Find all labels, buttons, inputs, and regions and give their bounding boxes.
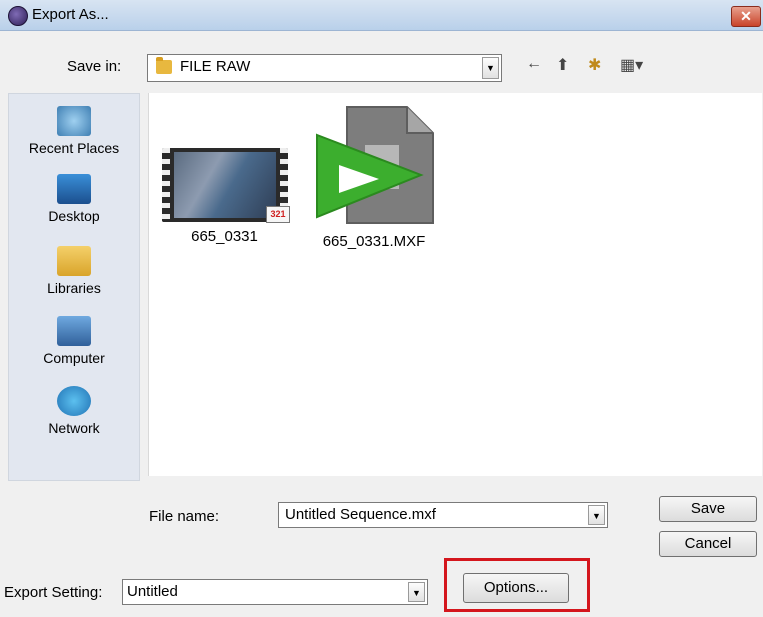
save-in-dropdown[interactable]: FILE RAW ▼ — [147, 54, 502, 82]
place-label: Libraries — [47, 280, 101, 296]
chevron-down-icon[interactable]: ▼ — [482, 57, 499, 79]
mxf-file-icon — [309, 105, 439, 227]
place-label: Desktop — [48, 208, 100, 224]
place-desktop[interactable]: Desktop — [9, 174, 139, 224]
view-menu-icon[interactable]: ▦▾ — [620, 55, 643, 75]
export-setting-dropdown[interactable]: Untitled ▼ — [122, 579, 428, 605]
place-label: Computer — [43, 350, 105, 366]
avid-app-icon — [8, 6, 28, 26]
file-name-input[interactable]: Untitled Sequence.mxf ▼ — [278, 502, 608, 528]
new-folder-icon[interactable]: ✱ — [588, 55, 601, 75]
back-icon[interactable]: ← — [526, 55, 542, 73]
place-network[interactable]: Network — [9, 386, 139, 436]
window-title: Export As... — [32, 6, 109, 23]
file-name-value: Untitled Sequence.mxf — [285, 506, 436, 523]
file-name: 665_0331 — [191, 228, 258, 245]
libraries-icon — [57, 246, 91, 276]
place-label: Recent Places — [28, 140, 120, 156]
file-list[interactable]: 321 665_0331 665_0331.MXF — [148, 93, 762, 476]
cancel-button[interactable]: Cancel — [659, 531, 757, 557]
options-highlight-box — [444, 558, 590, 612]
title-bar: Export As... ✕ — [0, 0, 763, 31]
chevron-down-icon[interactable]: ▼ — [588, 505, 605, 525]
places-bar: Recent Places Desktop Libraries Computer… — [8, 93, 140, 481]
export-as-dialog: Export As... ✕ Save in: FILE RAW ▼ ← ⬆ ✱… — [0, 0, 763, 617]
file-item[interactable]: 321 665_0331 — [157, 148, 292, 245]
up-folder-icon[interactable]: ⬆ — [556, 55, 569, 75]
recent-places-icon — [57, 106, 91, 136]
folder-icon — [156, 57, 172, 74]
file-name: 665_0331.MXF — [322, 233, 426, 250]
chevron-down-icon[interactable]: ▼ — [408, 582, 425, 602]
network-icon — [57, 386, 91, 416]
export-setting-value: Untitled — [127, 583, 178, 600]
file-item[interactable]: 665_0331.MXF — [299, 105, 449, 250]
computer-icon — [57, 316, 91, 346]
export-setting-label: Export Setting: — [4, 584, 103, 601]
close-button[interactable]: ✕ — [731, 6, 761, 27]
place-label: Network — [48, 420, 100, 436]
desktop-icon — [57, 174, 91, 204]
save-in-value: FILE RAW — [180, 58, 251, 75]
save-in-label: Save in: — [67, 58, 122, 75]
place-recent-places[interactable]: Recent Places — [9, 106, 139, 156]
save-button[interactable]: Save — [659, 496, 757, 522]
clip-badge: 321 — [266, 206, 290, 223]
place-libraries[interactable]: Libraries — [9, 246, 139, 296]
place-computer[interactable]: Computer — [9, 316, 139, 366]
file-name-label: File name: — [149, 508, 220, 525]
